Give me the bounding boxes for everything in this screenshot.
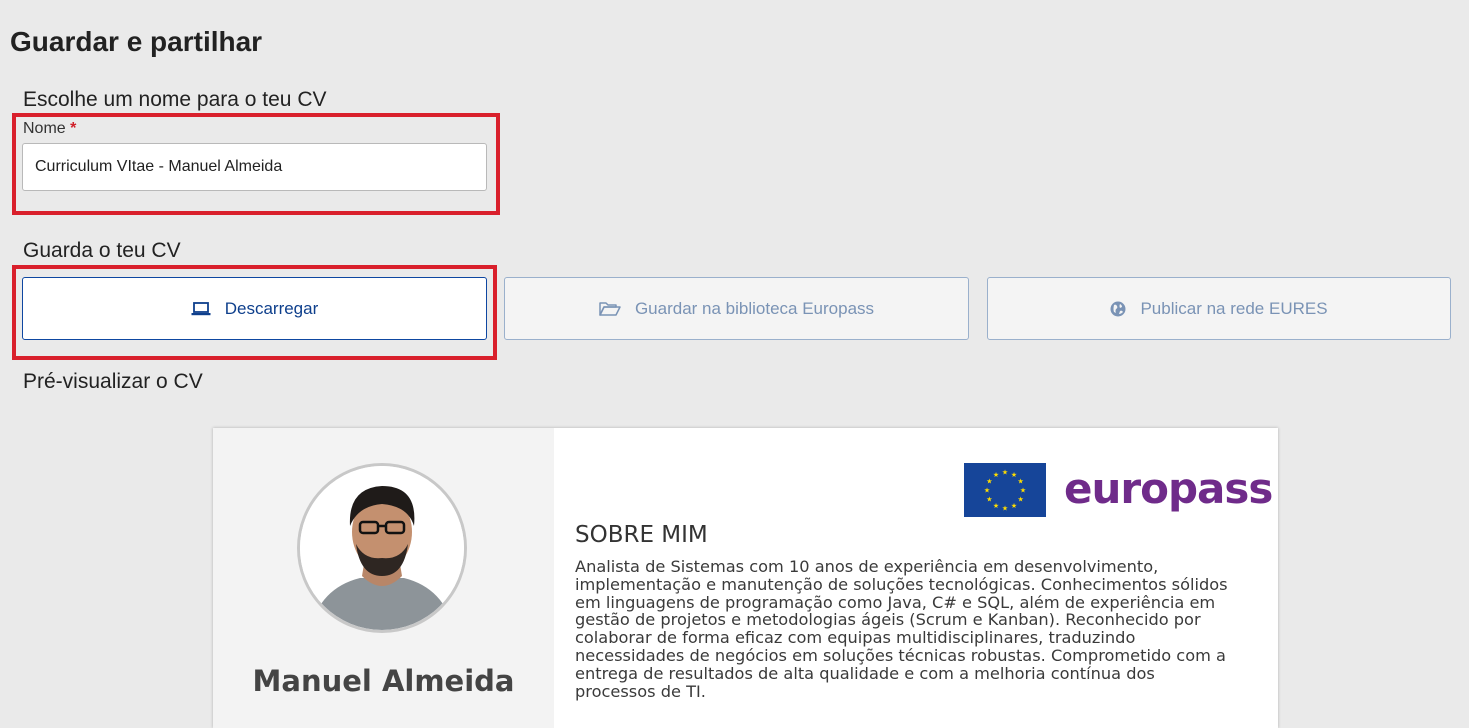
page-title: Guardar e partilhar xyxy=(10,26,263,57)
required-marker: * xyxy=(70,120,77,137)
name-field-label: Nome * xyxy=(23,120,76,138)
eu-star-icon: ★ xyxy=(984,487,990,495)
save-cv-heading: Guarda o teu CV xyxy=(23,239,181,262)
preview-cv-heading: Pré-visualizar o CV xyxy=(23,370,203,393)
cv-preview: Manuel Almeida ★ ★ ★ ★ ★ ★ ★ ★ ★ ★ ★ ★ europass SOB… xyxy=(213,428,1278,728)
name-field-label-text: Nome xyxy=(23,120,66,137)
save-library-button[interactable]: Guardar na biblioteca Europass xyxy=(504,277,969,340)
about-me-text: Analista de Sistemas com 10 anos de expe… xyxy=(575,558,1255,700)
download-button-label: Descarregar xyxy=(224,298,319,318)
about-line: em linguagens de programação como Java, … xyxy=(575,592,1216,612)
about-line: gestão de projetos e metodologias ágeis … xyxy=(575,610,1201,630)
laptop-icon xyxy=(191,301,211,316)
cv-person-name: Manuel Almeida xyxy=(252,664,515,698)
eu-star-icon: ★ xyxy=(1020,487,1026,495)
about-line: necessidades de negócios em soluções téc… xyxy=(575,645,1226,665)
about-line: Analista de Sistemas com 10 anos de expe… xyxy=(575,557,1159,576)
globe-icon xyxy=(1110,301,1126,317)
eu-star-icon: ★ xyxy=(1011,471,1017,479)
eu-star-icon: ★ xyxy=(1002,505,1008,513)
about-line: colaborar de forma eficaz com equipas mu… xyxy=(575,628,1136,648)
eu-star-icon: ★ xyxy=(986,496,992,504)
about-line: implementação e manutenção de soluções t… xyxy=(575,574,1228,594)
eu-star-icon: ★ xyxy=(1002,469,1008,477)
eu-star-icon: ★ xyxy=(1011,502,1017,510)
eu-star-icon: ★ xyxy=(986,478,992,486)
cv-name-heading: Escolhe um nome para o teu CV xyxy=(23,88,327,111)
publish-eures-button[interactable]: Publicar na rede EURES xyxy=(987,277,1451,340)
publish-eures-button-label: Publicar na rede EURES xyxy=(1140,298,1328,318)
cv-name-input[interactable] xyxy=(22,143,487,191)
download-button[interactable]: Descarregar xyxy=(22,277,487,340)
eu-star-icon: ★ xyxy=(993,471,999,479)
save-library-button-label: Guardar na biblioteca Europass xyxy=(634,298,875,318)
folder-open-icon xyxy=(599,301,621,317)
europass-logo-text: europass xyxy=(1064,464,1273,513)
about-me-title: SOBRE MIM xyxy=(575,522,708,548)
about-line: processos de TI. xyxy=(575,681,706,701)
eu-star-icon: ★ xyxy=(1017,478,1023,486)
eu-flag-logo: ★ ★ ★ ★ ★ ★ ★ ★ ★ ★ ★ ★ xyxy=(964,463,1046,517)
eu-star-icon: ★ xyxy=(1017,496,1023,504)
about-line: entrega de resultados de alta qualidade … xyxy=(575,663,1155,683)
avatar xyxy=(297,463,467,633)
eu-star-icon: ★ xyxy=(993,502,999,510)
